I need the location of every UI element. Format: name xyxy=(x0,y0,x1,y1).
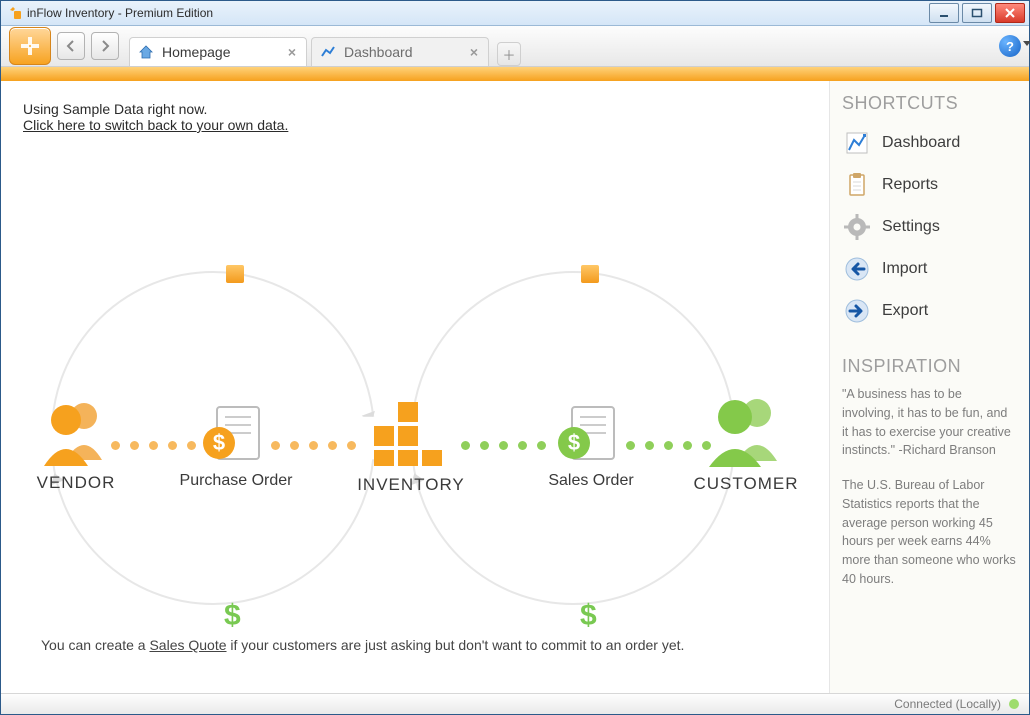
help-glyph: ? xyxy=(1006,39,1014,54)
package-icon xyxy=(226,265,244,283)
chart-icon xyxy=(320,44,336,60)
close-button[interactable] xyxy=(995,3,1025,23)
shortcut-label: Dashboard xyxy=(882,134,960,152)
shortcuts-heading: SHORTCUTS xyxy=(842,93,1017,114)
shortcut-label: Export xyxy=(882,302,928,320)
bottom-hint: You can create a Sales Quote if your cus… xyxy=(41,637,684,653)
main-panel: Using Sample Data right now. Click here … xyxy=(1,81,829,693)
app-logo-icon xyxy=(7,5,23,21)
document-icon: $ xyxy=(201,401,271,467)
inspiration-quote: "A business has to be involving, it has … xyxy=(842,385,1017,460)
purchase-order-label: Purchase Order xyxy=(171,472,301,490)
connection-status: Connected (Locally) xyxy=(894,697,1001,711)
tab-dashboard[interactable]: Dashboard × xyxy=(311,37,489,66)
inventory-node[interactable]: INVENTORY xyxy=(346,396,476,495)
window-controls xyxy=(929,3,1025,23)
shortcut-label: Import xyxy=(882,260,927,278)
home-button[interactable] xyxy=(9,27,51,65)
shortcut-export[interactable]: Export xyxy=(842,290,1017,332)
sales-order-label: Sales Order xyxy=(526,472,656,490)
orange-ribbon xyxy=(1,67,1029,81)
shortcut-settings[interactable]: Settings xyxy=(842,206,1017,248)
hint-prefix: You can create a xyxy=(41,637,149,653)
nav-forward-button[interactable] xyxy=(91,32,119,60)
nav-back-button[interactable] xyxy=(57,32,85,60)
shortcut-dashboard[interactable]: Dashboard xyxy=(842,122,1017,164)
document-icon: $ xyxy=(556,401,626,467)
minimize-button[interactable] xyxy=(929,3,959,23)
tab-close-icon[interactable]: × xyxy=(468,44,480,60)
inspiration-fact: The U.S. Bureau of Labor Statistics repo… xyxy=(842,476,1017,589)
sample-data-notice: Using Sample Data right now. Click here … xyxy=(23,101,807,133)
import-icon xyxy=(844,256,870,282)
content-area: Using Sample Data right now. Click here … xyxy=(1,81,1029,693)
vendor-icon xyxy=(36,396,116,466)
export-icon xyxy=(844,298,870,324)
dashboard-icon xyxy=(844,130,870,156)
maximize-button[interactable] xyxy=(962,3,992,23)
money-icon: $ xyxy=(224,599,241,633)
shortcut-reports[interactable]: Reports xyxy=(842,164,1017,206)
workflow-diagram: $ $ xyxy=(31,241,829,651)
customer-icon xyxy=(701,391,791,467)
app-window: inFlow Inventory - Premium Edition Homep… xyxy=(0,0,1030,715)
sidebar: SHORTCUTS Dashboard Reports Settings Imp… xyxy=(829,81,1029,693)
window-title: inFlow Inventory - Premium Edition xyxy=(27,6,929,20)
vendor-node[interactable]: VENDOR xyxy=(11,396,141,493)
gear-icon xyxy=(844,214,870,240)
toolbar: Homepage × Dashboard × ＋ ? xyxy=(1,26,1029,67)
switch-data-link[interactable]: Click here to switch back to your own da… xyxy=(23,117,807,133)
shortcut-label: Settings xyxy=(882,218,940,236)
inventory-icon xyxy=(366,396,456,468)
sales-order-node[interactable]: $ Sales Order xyxy=(526,401,656,490)
tab-strip: Homepage × Dashboard × ＋ xyxy=(129,26,521,66)
vendor-label: VENDOR xyxy=(11,473,141,493)
customer-node[interactable]: CUSTOMER xyxy=(681,391,811,494)
hint-suffix: if your customers are just asking but do… xyxy=(227,637,685,653)
notice-line1: Using Sample Data right now. xyxy=(23,101,807,117)
purchase-order-node[interactable]: $ Purchase Order xyxy=(171,401,301,490)
tab-label: Dashboard xyxy=(344,44,413,60)
sales-quote-link[interactable]: Sales Quote xyxy=(149,637,226,653)
status-indicator-icon xyxy=(1009,699,1019,709)
tab-label: Homepage xyxy=(162,44,231,60)
shortcut-import[interactable]: Import xyxy=(842,248,1017,290)
customer-label: CUSTOMER xyxy=(681,474,811,494)
money-icon: $ xyxy=(580,599,597,633)
inspiration-heading: INSPIRATION xyxy=(842,356,1017,377)
shortcuts-section: SHORTCUTS Dashboard Reports Settings Imp… xyxy=(842,93,1017,332)
shortcut-label: Reports xyxy=(882,176,938,194)
chevron-down-icon xyxy=(1023,41,1030,46)
title-bar: inFlow Inventory - Premium Edition xyxy=(1,1,1029,26)
status-bar: Connected (Locally) xyxy=(1,693,1029,714)
inspiration-section: INSPIRATION "A business has to be involv… xyxy=(842,356,1017,605)
svg-text:$: $ xyxy=(213,430,225,455)
home-icon xyxy=(138,44,154,60)
reports-icon xyxy=(844,172,870,198)
new-tab-button[interactable]: ＋ xyxy=(497,42,521,66)
help-button[interactable]: ? xyxy=(999,35,1021,57)
package-icon xyxy=(581,265,599,283)
tab-homepage[interactable]: Homepage × xyxy=(129,37,307,66)
svg-text:$: $ xyxy=(568,430,580,455)
inventory-label: INVENTORY xyxy=(346,475,476,495)
tab-close-icon[interactable]: × xyxy=(286,44,298,60)
